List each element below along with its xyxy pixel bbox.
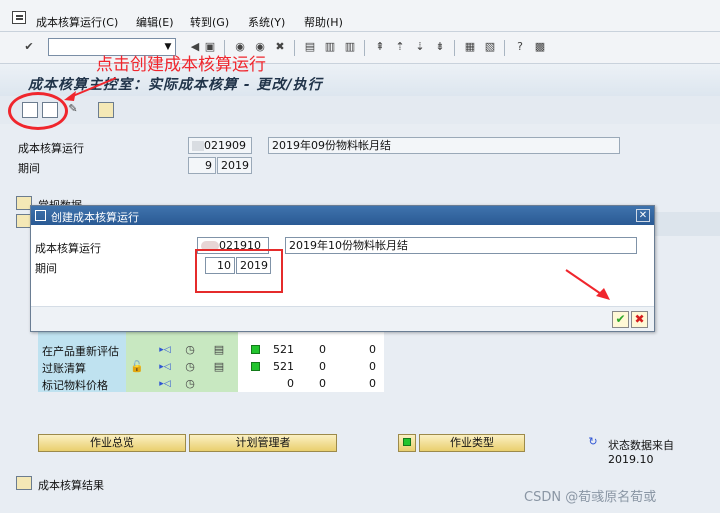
last-page-icon[interactable]: ⇟	[433, 40, 447, 54]
dialog-window-icon	[35, 210, 46, 221]
blurred-prefix	[192, 141, 204, 151]
cancel-icon[interactable]: ✖	[273, 40, 287, 54]
annotation-circle	[8, 92, 68, 130]
dialog-footer: ✔ ✖	[31, 306, 654, 331]
menu-help[interactable]: 帮助(H)	[304, 14, 343, 30]
shortcut-icon[interactable]: ▧	[483, 40, 497, 54]
status-button[interactable]	[398, 434, 416, 452]
menu-edit[interactable]: 编辑(E)	[136, 14, 174, 30]
menu-icon[interactable]	[12, 11, 26, 24]
status-green-icon	[251, 345, 260, 354]
annotation-red-box	[195, 249, 283, 293]
step-label: 标记物料价格	[42, 379, 108, 392]
clock-icon[interactable]: ◷	[183, 360, 197, 374]
watermark: CSDN @荀彧原名荀或	[524, 490, 657, 505]
next-page-icon[interactable]: ⇣	[413, 40, 427, 54]
new-session-icon[interactable]: ▦	[463, 40, 477, 54]
execute-icon[interactable]: ▸◁	[158, 377, 172, 391]
first-page-icon[interactable]: ⇞	[373, 40, 387, 54]
enter-icon[interactable]: ✔	[22, 40, 36, 54]
results-label: 成本核算结果	[38, 479, 104, 492]
menu-system[interactable]: 系统(Y)	[248, 14, 285, 30]
log-icon[interactable]: ▤	[212, 343, 226, 357]
toolbar-divider	[504, 40, 505, 56]
dialog-run-label: 成本核算运行	[35, 242, 101, 255]
find-icon[interactable]: ▥	[323, 40, 337, 54]
print-icon[interactable]: ▤	[303, 40, 317, 54]
run-desc-field: 2019年09份物料帐月结	[268, 137, 620, 154]
step-label: 在产品重新评估	[42, 345, 119, 358]
step-label: 过账清算	[42, 362, 86, 375]
dialog-run-desc-input[interactable]: 2019年10份物料帐月结	[285, 237, 637, 254]
toolbar-divider	[364, 40, 365, 56]
count-cell: 521	[273, 343, 294, 356]
count-cell: 0	[369, 377, 376, 390]
count-cell: 0	[319, 360, 326, 373]
execute-icon[interactable]: ▸◁	[158, 360, 172, 374]
count-cell: 0	[319, 343, 326, 356]
close-icon[interactable]: ✕	[636, 209, 650, 222]
confirm-check-icon[interactable]: ✔	[612, 311, 629, 328]
log-icon[interactable]: ▤	[212, 360, 226, 374]
status-green-icon	[403, 438, 411, 446]
toolbar-divider	[454, 40, 455, 56]
run-id-value: 021909	[204, 139, 246, 152]
find-next-icon[interactable]: ▥	[343, 40, 357, 54]
refresh-icon[interactable]: ↻	[586, 435, 600, 449]
cancel-x-icon[interactable]: ✖	[631, 311, 648, 328]
run-label: 成本核算运行	[18, 142, 84, 155]
run-id-field: 021909	[188, 137, 252, 154]
scheduler-button[interactable]: 计划管理者	[189, 434, 337, 452]
execute-icon[interactable]: ▸◁	[158, 343, 172, 357]
period-field: 9	[188, 157, 216, 174]
dialog-title: 创建成本核算运行	[51, 211, 139, 224]
year-field: 2019	[217, 157, 252, 174]
menu-goto[interactable]: 转到(G)	[190, 14, 229, 30]
count-cell: 0	[369, 343, 376, 356]
toolbar-divider	[294, 40, 295, 56]
status-green-icon	[251, 362, 260, 371]
annotation-arrow	[565, 269, 610, 300]
lock-icon[interactable]: 🔓	[130, 360, 144, 374]
clock-icon[interactable]: ◷	[183, 343, 197, 357]
results-toggle[interactable]	[16, 476, 32, 490]
dialog-titlebar: 创建成本核算运行 ✕	[31, 206, 654, 225]
job-type-button[interactable]: 作业类型	[419, 434, 525, 452]
dialog-period-label: 期间	[35, 262, 57, 275]
period-label: 期间	[18, 162, 40, 175]
prev-page-icon[interactable]: ⇡	[393, 40, 407, 54]
count-cell: 521	[273, 360, 294, 373]
count-cell: 0	[319, 377, 326, 390]
annotation-text: 点击创建成本核算运行	[96, 55, 266, 75]
count-cell: 0	[369, 360, 376, 373]
status-data-text: 状态数据来自 2019.10	[608, 439, 674, 466]
count-cell: 0	[287, 377, 294, 390]
help-icon[interactable]: ?	[513, 40, 527, 54]
job-overview-button[interactable]: 作业总览	[38, 434, 186, 452]
menubar: 成本核算运行(C) 编辑(E) 转到(G) 系统(Y) 帮助(H)	[0, 0, 720, 32]
layout-icon[interactable]: ▩	[533, 40, 547, 54]
clock-icon[interactable]: ◷	[183, 377, 197, 391]
menu-costing-run[interactable]: 成本核算运行(C)	[36, 14, 118, 30]
annotation-arrow	[64, 77, 117, 101]
